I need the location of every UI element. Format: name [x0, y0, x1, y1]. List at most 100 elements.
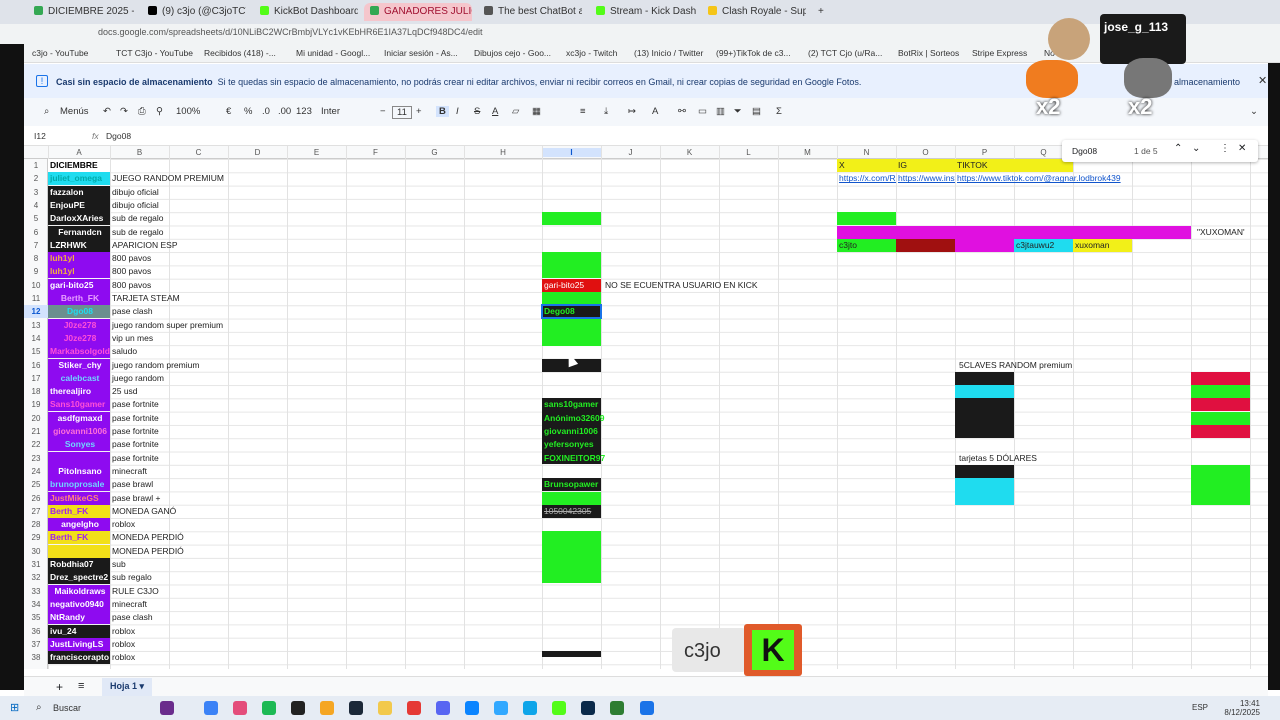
cell-i27[interactable]: 1050042305 [542, 505, 612, 518]
cell-a3[interactable]: fazzalon [48, 185, 110, 199]
valign-icon[interactable]: ⤓ [604, 106, 608, 117]
column-header-m[interactable]: M [778, 148, 837, 157]
column-header-b[interactable]: B [110, 148, 169, 157]
row-header-13[interactable]: 13 [24, 319, 48, 332]
tab-clash-royale[interactable]: Clash Royale - Supercell [702, 3, 806, 21]
cell-i21[interactable]: giovanni1006 [542, 425, 612, 438]
cell-a28[interactable]: angelgho [48, 518, 110, 532]
functions-button[interactable]: Σ [776, 106, 782, 117]
cell-n1[interactable]: X [837, 159, 896, 172]
find-next-icon[interactable]: ⌄ [1192, 143, 1200, 154]
cell-a4[interactable]: EnjouPE [48, 198, 110, 212]
cell-a29[interactable]: Berth_FK [48, 531, 110, 545]
cell-b5[interactable]: sub de regalo [110, 212, 228, 225]
row-header-30[interactable]: 30 [24, 545, 48, 558]
kick-icon[interactable] [552, 701, 566, 715]
cell-a23[interactable] [48, 451, 110, 465]
clock[interactable]: 13:41 8/12/2025 [1220, 699, 1260, 717]
row-header-20[interactable]: 20 [24, 412, 48, 425]
cell-a8[interactable]: luh1yl [48, 252, 110, 266]
cell-r7[interactable]: xuxoman [1073, 238, 1132, 252]
cell-a9[interactable]: luh1yl [48, 265, 110, 279]
spotify-icon[interactable] [262, 701, 276, 715]
bookmark-1[interactable]: TCT C3jo - YouTube [116, 48, 193, 58]
cell-b4[interactable]: dibujo oficial [110, 199, 228, 212]
all-sheets-icon[interactable]: ≡ [78, 680, 84, 692]
cell-a2[interactable]: juliet_omega [48, 172, 110, 186]
cell-n2[interactable]: https://x.com/Ra [837, 172, 896, 185]
column-header-j[interactable]: J [601, 148, 660, 157]
row-header-16[interactable]: 16 [24, 359, 48, 372]
cell-b6[interactable]: sub de regalo [110, 226, 228, 239]
collapse-toolbar-icon[interactable]: ⌄ [1250, 106, 1258, 117]
cell-b10[interactable]: 800 pavos [110, 279, 228, 292]
percent-button[interactable]: % [244, 106, 252, 117]
find-close-icon[interactable]: ✕ [1238, 143, 1246, 154]
explorer-icon[interactable] [378, 701, 392, 715]
cell-n7[interactable]: c3jto [837, 238, 896, 252]
cell-b8[interactable]: 800 pavos [110, 252, 228, 265]
cell-a34[interactable]: negativo0940 [48, 597, 110, 611]
tab-kickbot[interactable]: KickBot Dashboard [254, 3, 358, 21]
chrome-icon[interactable] [320, 701, 334, 715]
cell-b2[interactable]: JUEGO RANDOM PREMIUM [110, 172, 228, 185]
url-text[interactable]: docs.google.com/spreadsheets/d/10NLiBC2W… [98, 27, 483, 37]
row-header-2[interactable]: 2 [24, 172, 48, 185]
find-input[interactable]: Dgo08 [1072, 146, 1097, 156]
app-icon[interactable] [640, 701, 654, 715]
column-header-p[interactable]: P [955, 148, 1014, 157]
name-box[interactable]: I12 [34, 131, 46, 141]
column-header-a[interactable]: A [48, 148, 110, 157]
row-header-9[interactable]: 9 [24, 265, 48, 278]
cell-a14[interactable]: J0ze278 [48, 331, 110, 345]
photoshop-icon[interactable] [581, 701, 595, 715]
cell-a5[interactable]: DarloxXAries [48, 212, 110, 226]
language-indicator[interactable]: ESP [1192, 703, 1208, 712]
taskbar-search[interactable]: Buscar [53, 703, 81, 713]
cell-a37[interactable]: JustLivingLS [48, 637, 110, 651]
selected-cell[interactable] [541, 304, 602, 320]
cell-a12[interactable]: Dgo08 [48, 305, 110, 319]
formula-input[interactable]: Dgo08 [106, 131, 131, 141]
cell-b18[interactable]: 25 usd [110, 385, 228, 398]
menus-button[interactable]: Menús [60, 106, 89, 117]
bookmark-6[interactable]: xc3jo - Twitch [566, 48, 617, 58]
cell-b7[interactable]: APARICION ESP [110, 239, 228, 252]
bookmark-11[interactable]: Stripe Express [972, 48, 1027, 58]
cell-b1[interactable] [110, 159, 228, 172]
row-header-37[interactable]: 37 [24, 638, 48, 651]
paint-format-icon[interactable]: ⚲ [156, 106, 163, 117]
cell-q7[interactable]: c3jtauwu2 [1014, 238, 1073, 252]
opera-icon[interactable] [407, 701, 421, 715]
cell-b37[interactable]: roblox [110, 638, 228, 651]
cell-b36[interactable]: roblox [110, 625, 228, 638]
cell-a32[interactable]: Drez_spectre2 [48, 571, 110, 585]
cell-a10[interactable]: gari-bito25 [48, 278, 110, 292]
number-format-button[interactable]: 123 [296, 106, 312, 117]
row-header-23[interactable]: 23 [24, 452, 48, 465]
cell-p2[interactable]: https://www.tiktok.com/@ragnar.lodbrok43… [955, 172, 1135, 185]
windows-start-icon[interactable]: ⊞ [10, 701, 19, 714]
find-prev-icon[interactable]: ⌃ [1174, 143, 1182, 154]
row-header-15[interactable]: 15 [24, 345, 48, 358]
cell-a35[interactable]: NtRandy [48, 611, 110, 625]
row-header-38[interactable]: 38 [24, 651, 48, 664]
cell-i22[interactable]: yefersonyes [542, 438, 612, 451]
cell-b24[interactable]: minecraft [110, 465, 228, 478]
cell-a21[interactable]: giovanni1006 [48, 425, 110, 438]
search-icon[interactable]: ⌕ [44, 106, 49, 117]
close-icon[interactable]: ✕ [1258, 74, 1267, 87]
cell-b31[interactable]: sub [110, 558, 228, 571]
bookmark-8[interactable]: (99+)TikTok de c3... [716, 48, 791, 58]
redo-icon[interactable]: ↷ [120, 106, 128, 117]
cell-a26[interactable]: JustMikeGS [48, 491, 110, 505]
row-header-29[interactable]: 29 [24, 531, 48, 544]
cell-a20[interactable]: asdfgmaxd [48, 411, 110, 425]
cell-b22[interactable]: pase fortnite [110, 438, 228, 451]
row-header-18[interactable]: 18 [24, 385, 48, 398]
row-header-25[interactable]: 25 [24, 478, 48, 491]
tab-twitter[interactable]: (9) c3jo (@C3joTCT) / X [142, 3, 246, 21]
bookmark-9[interactable]: (2) TCT Cjo (u/Ra... [808, 48, 882, 58]
cell-b16[interactable]: juego random premium [110, 359, 228, 372]
font-size-plus[interactable]: + [416, 106, 422, 117]
